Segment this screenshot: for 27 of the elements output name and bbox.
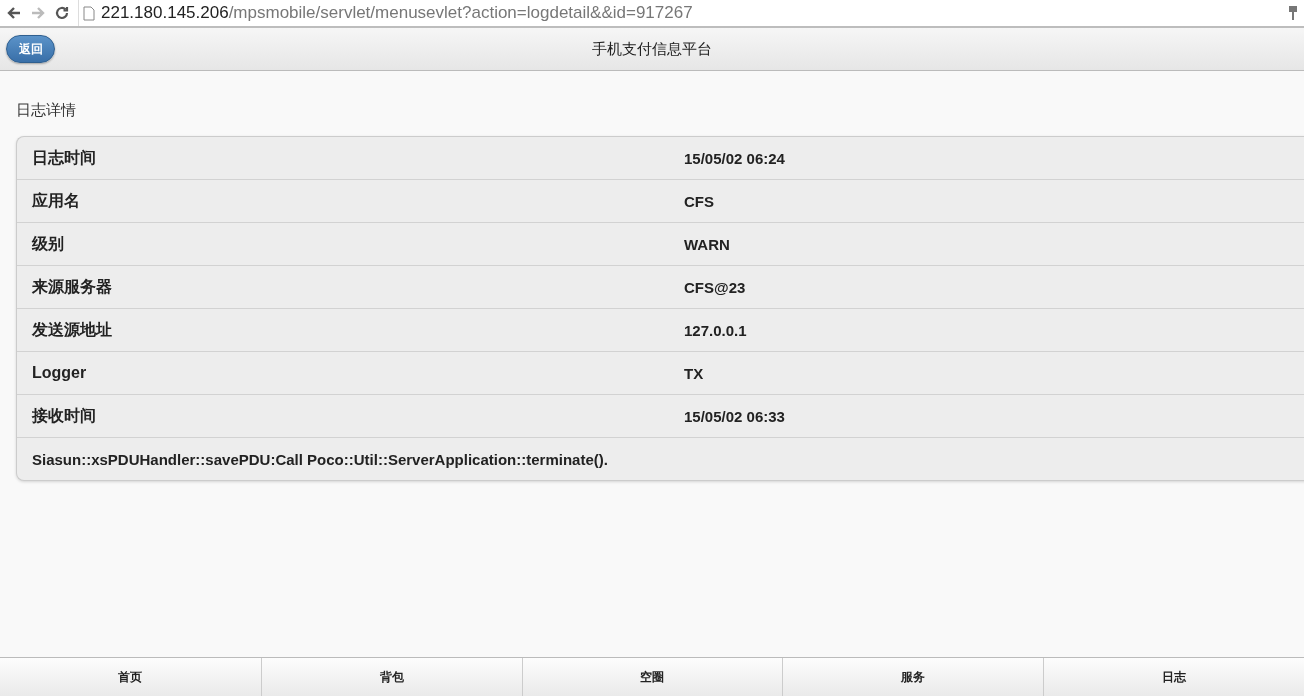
field-value: CFS@23: [684, 278, 747, 296]
log-message: Siasun::xsPDUHandler::savePDU:Call Poco::Util::ServerApplication::terminate().: [32, 450, 609, 468]
reload-icon[interactable]: [54, 5, 70, 21]
key-icon[interactable]: [1288, 5, 1298, 21]
field-label: 日志时间: [32, 147, 97, 168]
nav-tab[interactable]: 空圈: [521, 658, 783, 696]
field-value: 15/05/02 06:24: [684, 149, 786, 167]
nav-tab[interactable]: 服务: [782, 658, 1044, 696]
field-value: TX: [684, 364, 705, 382]
nav-tab[interactable]: 背包: [260, 658, 522, 696]
field-value: CFS: [684, 192, 715, 210]
field-value: 127.0.0.1: [684, 321, 748, 339]
section-title: 日志详情: [16, 101, 76, 120]
field-value: 15/05/02 06:33: [684, 407, 786, 425]
field-label: 级别: [32, 233, 65, 254]
field-label: Logger: [32, 364, 88, 382]
field-label: 接收时间: [32, 405, 97, 426]
page-title: 手机支付信息平台: [592, 39, 712, 59]
page-icon: [83, 5, 95, 21]
field-label: 发送源地址: [32, 319, 113, 340]
field-label: 应用名: [32, 190, 81, 211]
field-value: WARN: [684, 235, 731, 253]
nav-tab[interactable]: 日志: [1043, 658, 1304, 696]
back-button[interactable]: 返回: [6, 35, 55, 63]
nav-tab[interactable]: 首页: [0, 658, 261, 696]
back-arrow-icon[interactable]: [6, 5, 22, 21]
field-label: 来源服务器: [32, 276, 113, 297]
